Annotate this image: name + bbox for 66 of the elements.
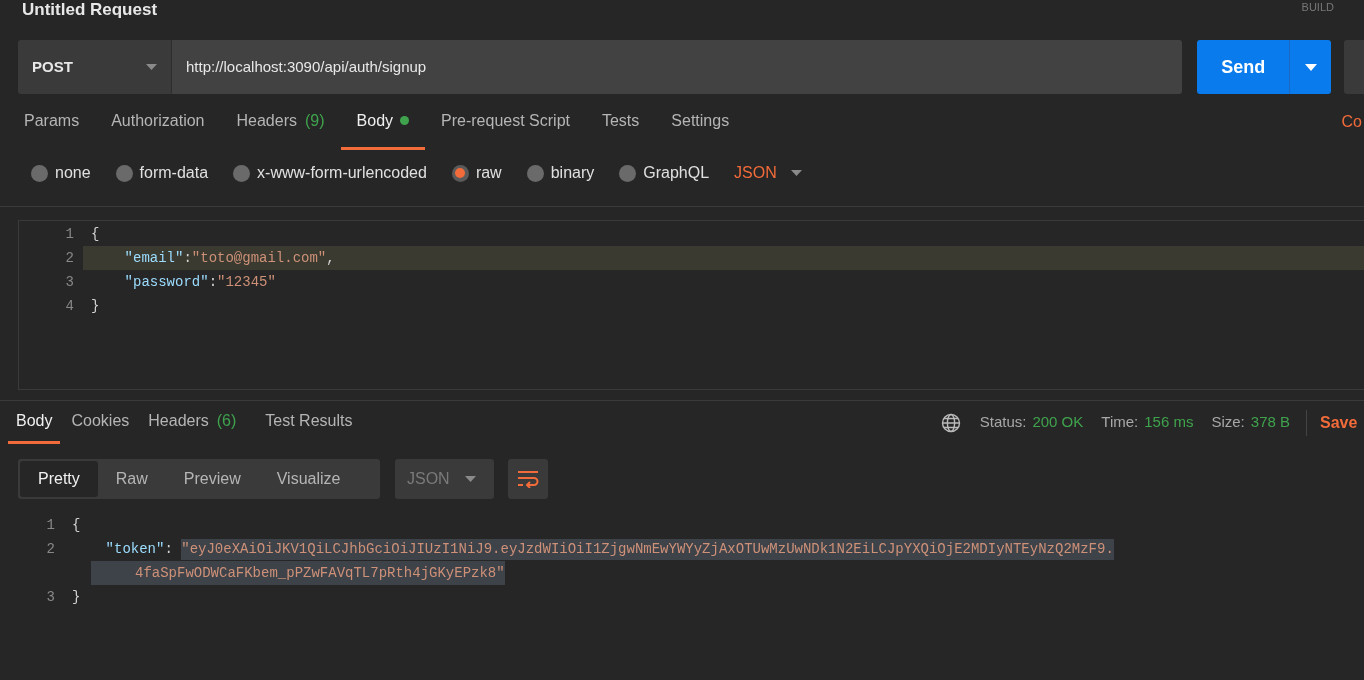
request-tab[interactable]: Headers (9) (220, 94, 341, 150)
view-mode-tab[interactable]: Pretty (20, 461, 98, 497)
response-tab[interactable]: Test Results (257, 401, 361, 444)
format-dropdown[interactable]: JSON (734, 161, 802, 185)
cookies-link[interactable]: Co (1341, 110, 1362, 134)
caret-icon (465, 476, 476, 482)
json-punctuation: , (326, 248, 335, 268)
status-label: Time: (1101, 412, 1139, 433)
radio-option[interactable]: GraphQL (619, 161, 710, 185)
line-number: 3 (64, 272, 75, 292)
json-string: 4faSpFwODWCaFKbem_pPZwFAVqTL7pRth4jGKyEPzk8" (135, 563, 505, 583)
send-button[interactable]: Send (1197, 40, 1291, 94)
url-field[interactable]: http://localhost:3090/api/auth/signup (172, 40, 1183, 94)
line-number: 2 (45, 539, 56, 559)
response-tab[interactable]: Headers (6) (140, 401, 245, 444)
json-bracket: } (72, 587, 81, 607)
wrap-lines-button[interactable] (508, 459, 548, 499)
json-string: "toto@gmail.com" (191, 248, 327, 268)
line-number: 3 (45, 587, 56, 607)
status-value: 200 OK (1032, 412, 1084, 433)
request-tab[interactable]: Body (340, 94, 426, 150)
request-title: Untitled Request (22, 0, 158, 20)
response-tab[interactable]: Cookies (63, 401, 138, 444)
json-string: "12345" (217, 272, 276, 292)
radio-option[interactable]: binary (526, 161, 595, 185)
json-punctuation: : (164, 539, 174, 559)
caret-icon (146, 64, 157, 70)
line-number: 4 (64, 296, 75, 316)
radio-option[interactable]: x-www-form-urlencoded (233, 161, 427, 185)
line-number: 1 (45, 515, 56, 535)
status-value: 378 B (1250, 412, 1290, 433)
view-mode-tab[interactable]: Raw (97, 461, 166, 497)
json-bracket: { (72, 515, 81, 535)
view-mode-tab[interactable]: Visualize (258, 461, 359, 497)
status-label: Size: (1211, 412, 1245, 433)
radio-option[interactable]: raw (451, 161, 502, 185)
json-key: "token" (105, 538, 165, 560)
save-response-link[interactable]: Save (1320, 410, 1364, 435)
request-tab[interactable]: Settings (655, 94, 746, 150)
json-bracket: { (91, 224, 100, 244)
caret-icon (790, 170, 802, 176)
status-label: Status: (979, 412, 1027, 433)
request-tab[interactable]: Tests (585, 94, 656, 150)
radio-option[interactable]: none (31, 161, 91, 185)
request-tab[interactable]: Pre-request Script (425, 94, 586, 150)
json-punctuation: : (208, 272, 218, 292)
send-options-button[interactable] (1290, 40, 1332, 94)
request-tab[interactable]: Authorization (95, 94, 221, 150)
code-editor[interactable]: 1 { 2 "email":"toto@gmail.com", 3 "password":"12345" 4 } (18, 220, 1364, 390)
globe-icon[interactable] (940, 412, 961, 433)
response-tab[interactable]: Body (8, 401, 61, 444)
line-number: 1 (64, 224, 75, 244)
view-mode-tab[interactable]: Preview (165, 461, 259, 497)
json-bracket: } (91, 296, 100, 316)
status-value: 156 ms (1144, 412, 1194, 433)
line-number: 2 (64, 248, 75, 268)
json-string: "eyJ0eXAiOiJKV1QiLCJhbGciOiJIUzI1NiJ9.eyJzdWIiOiI1ZjgwNmEwYWYyZjAxOTUwMzUwNDk1N2EiLCJpYXQiOjE2MDIyNTEyNzQ2MzF9. (181, 538, 1114, 560)
json-punctuation: : (183, 248, 192, 268)
radio-option[interactable]: form-data (115, 161, 209, 185)
request-tab[interactable]: Params (8, 94, 96, 150)
json-key: "email" (124, 247, 184, 269)
wrap-icon (517, 470, 539, 488)
method-dropdown[interactable]: POST (18, 40, 172, 94)
caret-icon (1304, 63, 1317, 71)
json-key: "password" (124, 271, 209, 293)
build-label: BUILD (1301, 0, 1334, 14)
